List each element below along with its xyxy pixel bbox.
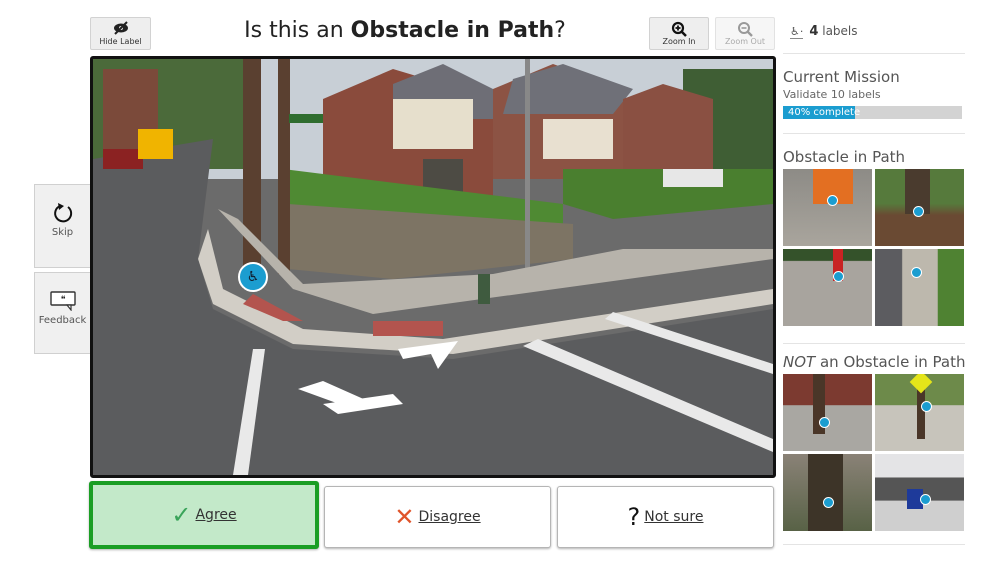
divider — [783, 133, 965, 134]
labels-count: ♿· 4 labels — [790, 24, 858, 39]
disagree-button[interactable]: ✕ Disagree — [324, 486, 551, 548]
zoom-in-text: Zoom In — [662, 37, 696, 46]
agree-button[interactable]: ✓ Agree — [89, 481, 319, 549]
mission-progress-fill: 40% complete — [783, 106, 860, 119]
negative-examples-grid — [783, 374, 964, 531]
skip-label: Skip — [51, 227, 74, 238]
feedback-button[interactable]: ❝ Feedback — [34, 272, 90, 354]
agree-label: Agree — [195, 507, 237, 523]
example-thumbnail[interactable] — [783, 374, 872, 451]
zoom-in-icon — [650, 21, 708, 37]
mission-subtitle: Validate 10 labels — [783, 88, 881, 101]
page-title: Is this an Obstacle in Path? — [244, 18, 566, 43]
zoom-out-text: Zoom Out — [724, 37, 766, 46]
zoom-in-button[interactable]: Zoom In — [649, 17, 709, 50]
divider — [783, 53, 965, 54]
not-sure-label: Not sure — [644, 509, 704, 525]
x-icon: ✕ — [394, 503, 415, 531]
label-type: Obstacle in Path — [350, 18, 555, 43]
divider — [783, 343, 965, 344]
disagree-label: Disagree — [418, 509, 481, 525]
street-view-panorama[interactable]: ♿ — [90, 56, 776, 478]
positive-examples-grid — [783, 169, 964, 326]
positive-examples-heading: Obstacle in Path — [783, 148, 906, 166]
eye-slash-icon — [91, 21, 150, 37]
speech-bubble-icon: ❝ — [35, 291, 90, 315]
checkmark-icon: ✓ — [171, 501, 192, 529]
zoom-out-button[interactable]: Zoom Out — [715, 17, 775, 50]
feedback-label: Feedback — [38, 315, 87, 326]
divider — [783, 544, 965, 545]
mission-progress-bar: 40% complete — [783, 106, 962, 119]
example-thumbnail[interactable] — [875, 169, 964, 246]
example-thumbnail[interactable] — [875, 249, 964, 326]
question-icon: ? — [627, 503, 641, 531]
wheelchair-icon: ♿· — [790, 25, 804, 39]
svg-text:❝: ❝ — [60, 295, 65, 305]
skip-button[interactable]: Skip — [34, 184, 90, 268]
zoom-out-icon — [716, 21, 774, 37]
example-thumbnail[interactable] — [783, 249, 872, 326]
hide-label-button[interactable]: Hide Label — [90, 17, 151, 50]
negative-examples-heading: NOT an Obstacle in Path — [783, 353, 966, 371]
example-thumbnail[interactable] — [875, 374, 964, 451]
obstacle-in-path-icon[interactable]: ♿ — [238, 262, 268, 292]
not-sure-button[interactable]: ? Not sure — [557, 486, 774, 548]
hide-label-text: Hide Label — [99, 37, 142, 46]
mission-heading: Current Mission — [783, 68, 900, 86]
example-thumbnail[interactable] — [783, 169, 872, 246]
example-thumbnail[interactable] — [875, 454, 964, 531]
refresh-icon — [35, 201, 90, 227]
example-thumbnail[interactable] — [783, 454, 872, 531]
